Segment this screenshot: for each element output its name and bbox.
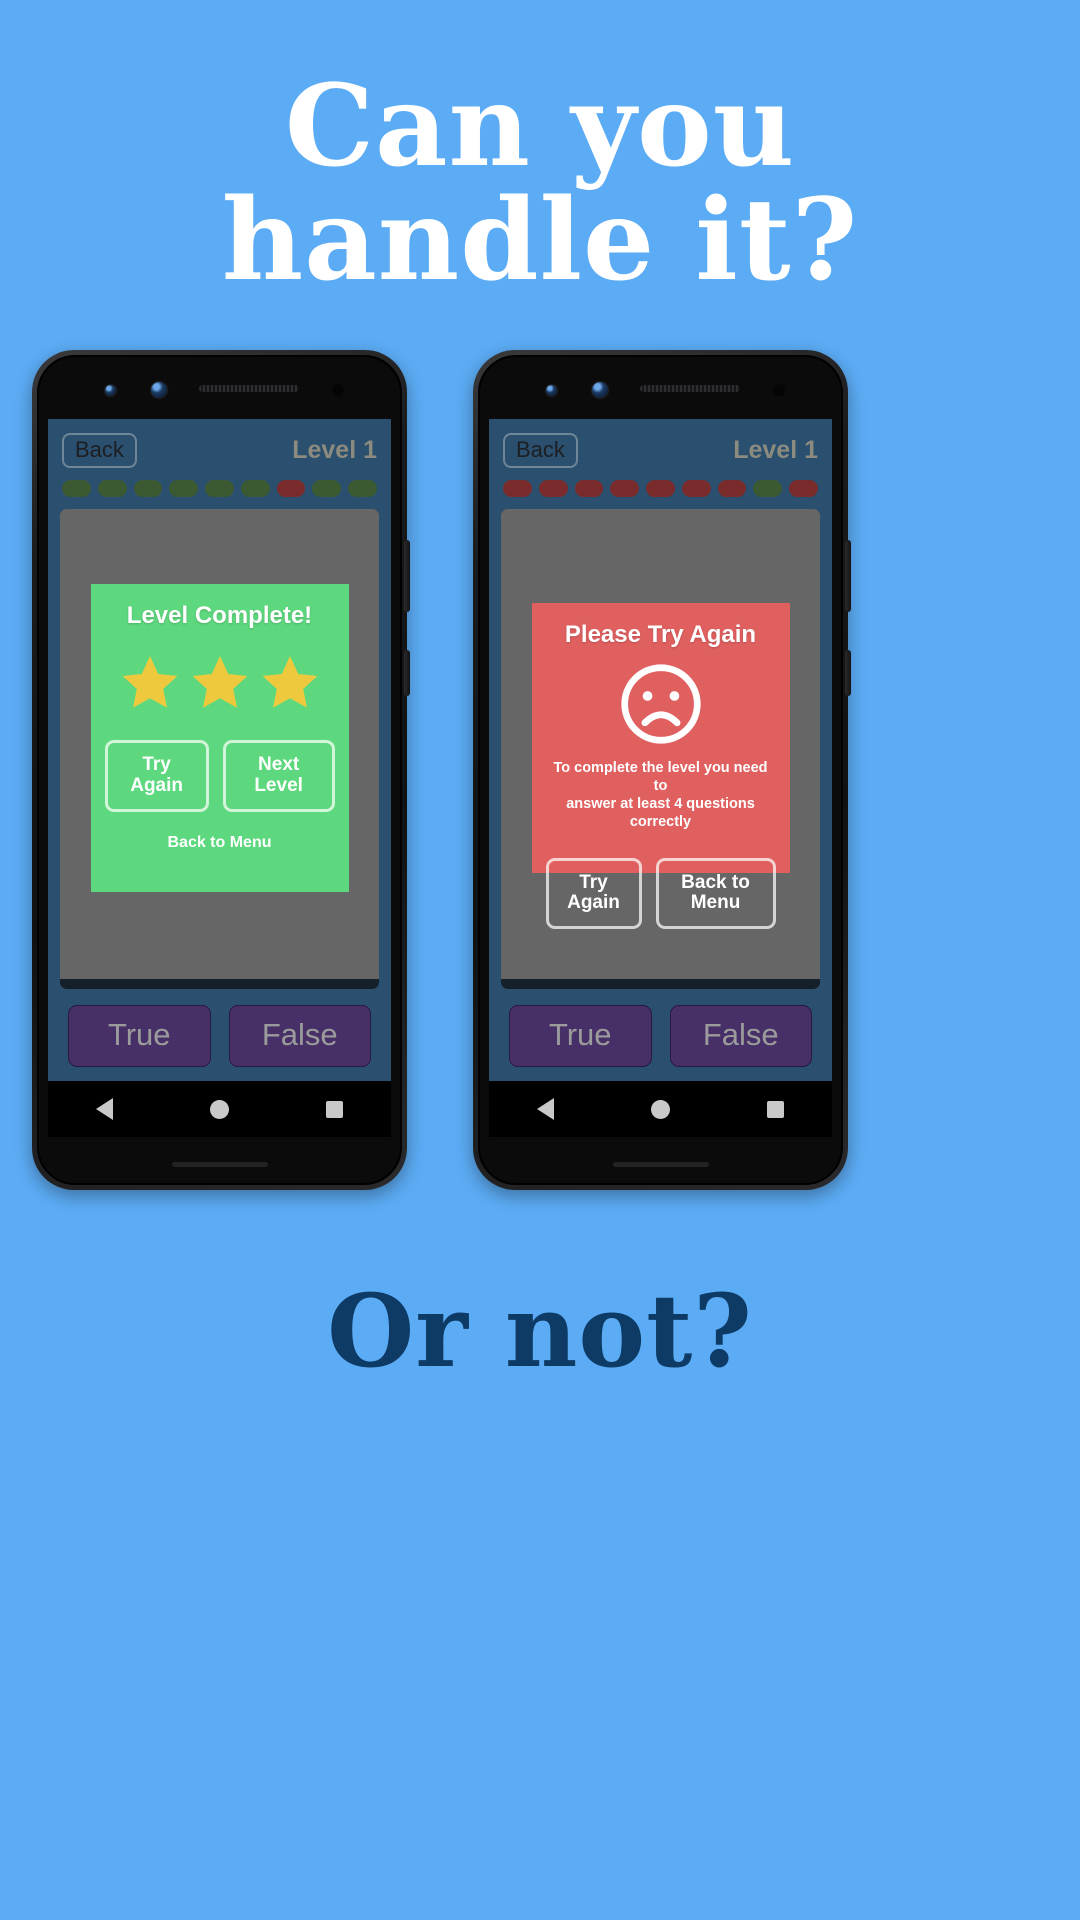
progress-pills-failure	[489, 468, 832, 498]
progress-pill	[276, 480, 306, 498]
android-nav-bar-success	[48, 1081, 391, 1137]
answer-buttons-failure: True False	[489, 989, 832, 1081]
back-to-menu-button-failure[interactable]: Back to Menu	[655, 857, 776, 930]
progress-pill	[133, 480, 163, 498]
answer-buttons-success: True False	[48, 989, 391, 1081]
back-button-success[interactable]: Back	[62, 433, 137, 469]
question-panel-failure: Please Try Again To complete the level y…	[501, 509, 820, 989]
proximity-sensor-icon	[773, 384, 785, 396]
promo-headline: Can you handle it?	[0, 69, 1080, 307]
screen-failure: Back Level 1 Please Try Again To complet…	[489, 419, 832, 1137]
try-again-button-success[interactable]: Try Again	[104, 740, 209, 812]
true-button-failure[interactable]: True	[509, 1005, 652, 1067]
try-again-card: Please Try Again To complete the level y…	[531, 603, 790, 930]
next-level-button[interactable]: Next Level	[222, 740, 335, 812]
sad-face-icon	[620, 664, 701, 744]
progress-pill	[538, 480, 568, 498]
earpiece-speaker-icon	[640, 385, 740, 392]
sensor-dot-icon	[105, 385, 116, 396]
earpiece-speaker-icon	[199, 385, 299, 392]
power-button-left-phone[interactable]	[404, 650, 410, 696]
progress-pill	[646, 480, 675, 498]
try-again-button-failure[interactable]: Try Again	[545, 857, 642, 930]
phone-mockup-success: Back Level 1 Level Complete! Try Again N…	[32, 350, 410, 1190]
progress-pill	[205, 480, 234, 498]
level-complete-buttons: Try Again Next Level	[104, 740, 335, 812]
front-camera-icon	[592, 382, 608, 398]
progress-pill	[348, 480, 378, 498]
progress-pill	[610, 480, 640, 498]
front-camera-icon	[151, 382, 167, 398]
question-panel-success: Level Complete! Try Again Next Level Bac…	[60, 509, 379, 989]
power-button-right-phone[interactable]	[845, 650, 851, 696]
progress-pill	[681, 480, 711, 498]
phone-body-success: Back Level 1 Level Complete! Try Again N…	[37, 355, 402, 1185]
level-complete-title: Level Complete!	[126, 602, 313, 630]
star-icon	[262, 656, 317, 708]
headline-line-2: handle it?	[221, 175, 859, 307]
progress-pill	[169, 480, 199, 498]
try-again-message-line-1: To complete the level you need to	[553, 760, 768, 795]
promo-footline: Or not?	[327, 1272, 753, 1390]
false-button-success[interactable]: False	[228, 1005, 371, 1067]
try-again-buttons: Try Again Back to Menu	[545, 857, 776, 930]
try-again-message: To complete the level you need to answer…	[546, 759, 776, 832]
quiz-header-failure: Back Level 1	[489, 419, 832, 469]
sensor-dot-icon	[546, 385, 557, 396]
headline-line-1: Can you	[284, 61, 796, 192]
sad-face-wrap	[546, 661, 776, 747]
back-triangle-icon[interactable]	[96, 1098, 114, 1120]
level-complete-card: Level Complete! Try Again Next Level Bac…	[90, 584, 349, 893]
progress-pill	[240, 480, 270, 498]
progress-pills-success	[48, 468, 391, 498]
volume-button-left-phone[interactable]	[404, 540, 410, 612]
chin-accent	[612, 1162, 709, 1167]
bottom-bezel-failure	[480, 1137, 841, 1183]
volume-button-right-phone[interactable]	[845, 540, 851, 612]
recents-square-icon[interactable]	[325, 1100, 343, 1118]
home-circle-icon[interactable]	[209, 1099, 229, 1119]
recents-square-icon[interactable]	[766, 1100, 784, 1118]
progress-pill	[97, 480, 127, 498]
star-icon	[192, 656, 247, 708]
try-again-title: Please Try Again	[564, 621, 757, 649]
level-label-success: Level 1	[292, 436, 377, 465]
progress-pill	[789, 480, 819, 498]
quiz-header-success: Back Level 1	[48, 419, 391, 469]
home-circle-icon[interactable]	[650, 1099, 670, 1119]
chin-accent	[171, 1162, 268, 1167]
screen-success: Back Level 1 Level Complete! Try Again N…	[48, 419, 391, 1137]
progress-pill	[574, 480, 604, 498]
progress-pill	[312, 480, 342, 498]
progress-pill	[717, 480, 747, 498]
bottom-bezel-success	[39, 1137, 400, 1183]
phone-mockup-failure: Back Level 1 Please Try Again To complet…	[473, 350, 851, 1190]
try-again-message-line-2: answer at least 4 questions correctly	[566, 796, 755, 831]
back-to-menu-link-success[interactable]: Back to Menu	[167, 834, 271, 852]
back-button-failure[interactable]: Back	[503, 433, 578, 469]
progress-pill	[503, 480, 532, 498]
progress-pill	[62, 480, 91, 498]
true-button-success[interactable]: True	[68, 1005, 211, 1067]
top-bezel-failure	[480, 357, 841, 419]
star-rating	[105, 652, 335, 714]
android-nav-bar-failure	[489, 1081, 832, 1137]
false-button-failure[interactable]: False	[669, 1005, 812, 1067]
star-icon	[122, 656, 177, 708]
progress-pill	[753, 480, 783, 498]
proximity-sensor-icon	[332, 384, 344, 396]
back-triangle-icon[interactable]	[537, 1098, 555, 1120]
phone-body-failure: Back Level 1 Please Try Again To complet…	[478, 355, 843, 1185]
level-label-failure: Level 1	[733, 436, 818, 465]
top-bezel-success	[39, 357, 400, 419]
